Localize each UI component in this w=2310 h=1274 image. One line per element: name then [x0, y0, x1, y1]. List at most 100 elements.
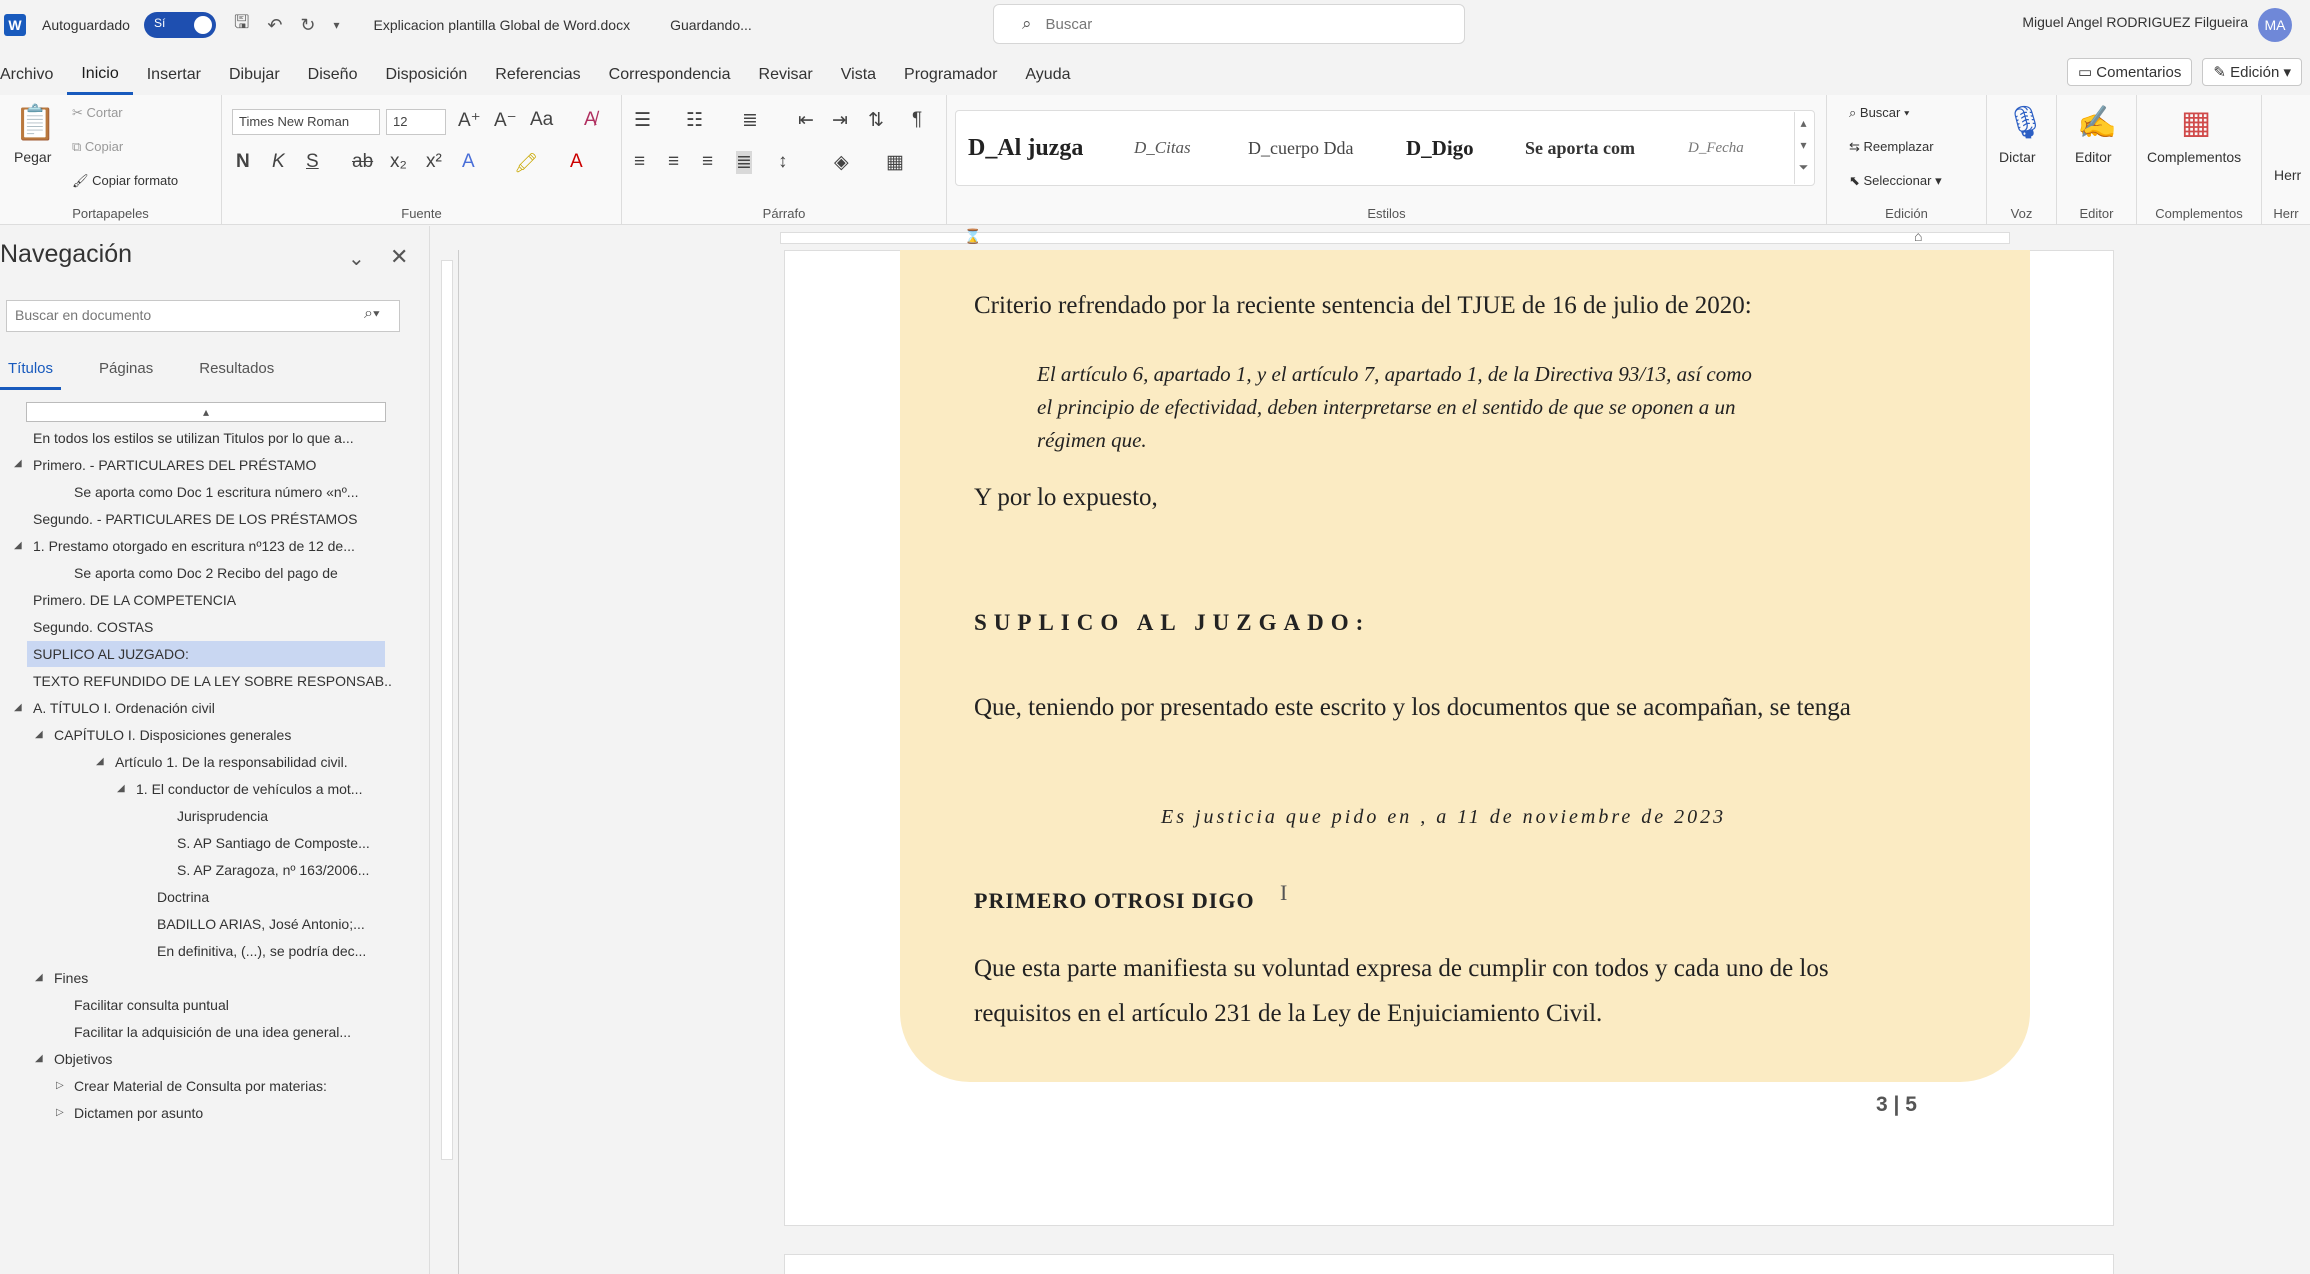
replace-button[interactable]: ⇆ Reemplazar — [1849, 139, 1934, 155]
tab-insertar[interactable]: Insertar — [133, 55, 215, 95]
grow-font-icon[interactable]: A⁺ — [458, 109, 481, 132]
change-case-icon[interactable]: Aa — [530, 109, 553, 131]
doc-heading[interactable]: SUPLICO AL JUZGADO: — [974, 610, 1370, 636]
doc-paragraph[interactable]: Y por lo expuesto, — [974, 484, 1158, 512]
doc-paragraph[interactable]: Que, teniendo por presentado este escrit… — [974, 694, 1851, 722]
styles-scroll[interactable]: ▴ ▾ ⏷ — [1794, 112, 1812, 184]
tab-dibujar[interactable]: Dibujar — [215, 55, 294, 95]
bold-icon[interactable]: N — [236, 151, 250, 173]
collapsed-triangle-icon[interactable]: ▷ — [56, 1107, 64, 1118]
font-color-icon[interactable]: A — [570, 151, 583, 173]
style-fecha[interactable]: D_Fecha — [1688, 120, 1744, 176]
heading-item[interactable]: S. AP Santiago de Composte... — [177, 830, 395, 856]
decrease-indent-icon[interactable]: ⇤ — [798, 109, 814, 132]
undo-icon[interactable]: ↶ — [267, 15, 282, 36]
format-painter-button[interactable]: 🖌 Copiar formato — [72, 173, 178, 189]
autosave-toggle[interactable]: Sí — [143, 12, 216, 38]
shading-icon[interactable]: ◈ — [834, 151, 849, 174]
bullets-icon[interactable]: ☰ — [634, 109, 651, 132]
expand-triangle-icon[interactable]: ◢ — [96, 756, 104, 767]
tab-revisar[interactable]: Revisar — [745, 55, 827, 95]
heading-item[interactable]: Facilitar la adquisición de una idea gen… — [74, 1019, 394, 1045]
collapsed-triangle-icon[interactable]: ▷ — [56, 1080, 64, 1091]
align-right-icon[interactable]: ≡ — [702, 151, 713, 173]
expand-triangle-icon[interactable]: ◢ — [14, 458, 22, 469]
heading-item[interactable]: TEXTO REFUNDIDO DE LA LEY SOBRE RESPONSA… — [33, 668, 393, 694]
close-icon[interactable]: ✕ — [390, 244, 408, 270]
indent-marker-icon[interactable]: ⌛ — [964, 228, 981, 245]
heading-item[interactable]: BADILLO ARIAS, José Antonio;... — [157, 911, 395, 937]
doc-date-line[interactable]: Es justicia que pido en , a 11 de noviem… — [1161, 806, 1726, 829]
paste-icon[interactable]: 📋 — [14, 103, 56, 143]
align-center-icon[interactable]: ≡ — [668, 151, 679, 173]
highlight-icon[interactable]: 🖍 — [514, 151, 538, 175]
tab-paginas[interactable]: Páginas — [91, 360, 161, 390]
right-indent-marker-icon[interactable]: ⌂ — [1914, 228, 1922, 244]
editor-button[interactable]: Editor — [2075, 149, 2112, 165]
comments-button[interactable]: ▭ Comentarios — [2066, 58, 2193, 86]
font-name-select[interactable]: Times New Roman — [232, 109, 380, 135]
style-se-aporta[interactable]: Se aporta com — [1525, 120, 1635, 176]
heading-item[interactable]: Dictamen por asunto — [74, 1100, 394, 1126]
expand-triangle-icon[interactable]: ◢ — [35, 972, 43, 983]
vertical-ruler[interactable] — [435, 250, 459, 1274]
copy-button[interactable]: ⧉ Copiar — [72, 139, 123, 155]
next-page[interactable] — [784, 1254, 2114, 1274]
style-citas[interactable]: D_Citas — [1134, 120, 1191, 176]
heading-item[interactable]: Artículo 1. De la responsabilidad civil. — [115, 749, 395, 775]
doc-quote-line[interactable]: el principio de efectividad, deben inter… — [1037, 395, 1735, 420]
increase-indent-icon[interactable]: ⇥ — [832, 109, 848, 132]
tab-titulos[interactable]: Títulos — [0, 360, 62, 390]
redo-icon[interactable]: ↻ — [300, 15, 315, 36]
expand-triangle-icon[interactable]: ◢ — [35, 729, 43, 740]
heading-item[interactable]: Se aporta como Doc 1 escritura número «n… — [74, 479, 394, 505]
heading-item[interactable]: Primero. - PARTICULARES DEL PRÉSTAMO — [33, 452, 393, 478]
doc-paragraph[interactable]: Criterio refrendado por la reciente sent… — [974, 292, 1752, 320]
doc-paragraph[interactable]: requisitos en el artículo 231 de la Ley … — [974, 1000, 1602, 1028]
doc-paragraph[interactable]: Que esta parte manifiesta su voluntad ex… — [974, 955, 1829, 983]
editor-pen-icon[interactable]: ✍ — [2077, 103, 2117, 141]
heading-item[interactable]: A. TÍTULO I. Ordenación civil — [33, 695, 393, 721]
editing-mode-button[interactable]: ✎ Edición ▾ — [2202, 58, 2302, 86]
dictate-button[interactable]: Dictar — [1999, 149, 2036, 165]
expand-triangle-icon[interactable]: ◢ — [117, 783, 125, 794]
heading-item[interactable]: 1. El conductor de vehículos a mot... — [136, 776, 394, 802]
tab-referencias[interactable]: Referencias — [481, 55, 594, 95]
tab-disposicion[interactable]: Disposición — [371, 55, 481, 95]
user-name[interactable]: Miguel Angel RODRIGUEZ Filgueira — [2022, 14, 2248, 30]
heading-item[interactable]: Se aporta como Doc 2 Recibo del pago de — [74, 560, 394, 586]
search-box[interactable]: ⌕ Buscar — [993, 4, 1465, 44]
doc-quote-line[interactable]: El artículo 6, apartado 1, y el artículo… — [1037, 362, 1752, 387]
chevron-down-icon[interactable]: ⌄ — [348, 246, 365, 271]
heading-item[interactable]: Crear Material de Consulta por materias: — [74, 1073, 394, 1099]
doc-heading-otrosi[interactable]: PRIMERO OTROSI DIGO — [974, 888, 1255, 914]
italic-icon[interactable]: K — [272, 151, 285, 173]
nav-search-input[interactable]: Buscar en documento — [6, 300, 400, 332]
style-al-juzga[interactable]: D_Al juzga — [968, 120, 1083, 176]
tab-correspondencia[interactable]: Correspondencia — [595, 55, 745, 95]
select-button[interactable]: ⬉ Seleccionar ▾ — [1849, 173, 1942, 189]
sort-icon[interactable]: ⇅ — [868, 109, 884, 132]
font-size-select[interactable]: 12 — [386, 109, 446, 135]
show-marks-icon[interactable]: ¶ — [912, 109, 922, 131]
underline-icon[interactable]: S — [306, 151, 319, 173]
heading-item[interactable]: Facilitar consulta puntual — [74, 992, 394, 1018]
find-button[interactable]: ⌕ Buscar ▾ — [1849, 105, 1909, 121]
cut-button[interactable]: ✂ Cortar — [72, 105, 123, 121]
heading-item[interactable]: En definitiva, (...), se podría dec... — [157, 938, 395, 964]
search-icon[interactable]: ⌕▾ — [364, 305, 380, 323]
heading-item[interactable]: En todos los estilos se utilizan Titulos… — [33, 425, 393, 451]
borders-icon[interactable]: ▦ — [886, 151, 904, 174]
heading-item[interactable]: Jurisprudencia — [177, 803, 395, 829]
microphone-icon[interactable]: 🎙 — [2005, 103, 2046, 141]
expand-triangle-icon[interactable]: ◢ — [14, 540, 22, 551]
superscript-icon[interactable]: x² — [426, 151, 442, 173]
heading-item[interactable]: S. AP Zaragoza, nº 163/2006... — [177, 857, 395, 883]
doc-quote-line[interactable]: régimen que. — [1037, 428, 1147, 453]
style-digo[interactable]: D_Digo — [1406, 120, 1474, 176]
addins-button[interactable]: Complementos — [2147, 149, 2241, 165]
tab-archivo[interactable]: Archivo — [0, 55, 67, 95]
justify-icon[interactable]: ≣ — [736, 151, 752, 174]
heading-item[interactable]: Primero. DE LA COMPETENCIA — [33, 587, 393, 613]
addins-icon[interactable]: ▦ — [2181, 103, 2211, 141]
